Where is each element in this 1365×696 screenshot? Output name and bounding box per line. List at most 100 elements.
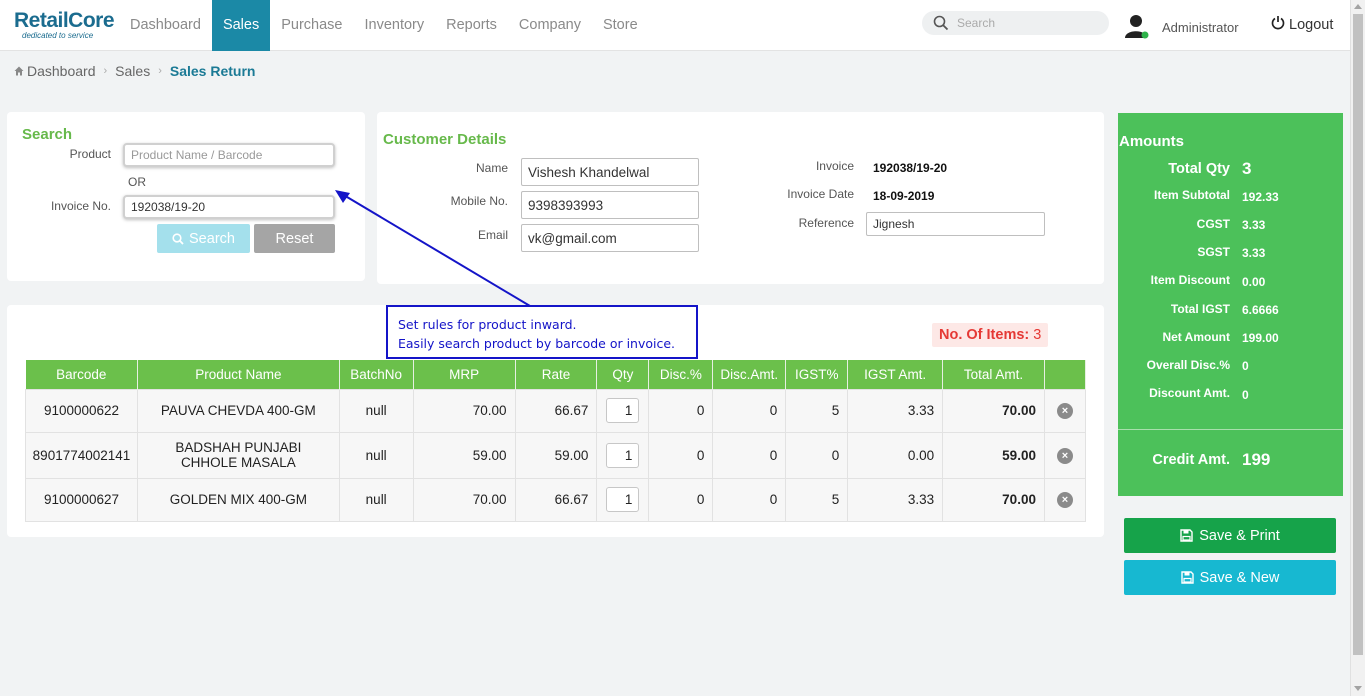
qty-input[interactable]: 1 xyxy=(606,442,640,468)
cell-disc-pct: 0 xyxy=(648,431,714,479)
remove-row-icon[interactable]: × xyxy=(1056,492,1073,508)
chevron-right-icon: › xyxy=(158,65,162,77)
col-disc-amt: Disc.Amt. xyxy=(712,360,787,389)
breadcrumb: Dashboard › Sales › Sales Return xyxy=(14,63,255,79)
items-count-value: 3 xyxy=(1033,327,1042,343)
global-search xyxy=(922,11,1109,35)
cell-total-amt: 59.00 xyxy=(942,431,1045,479)
nav-purchase[interactable]: Purchase xyxy=(270,0,353,51)
chevron-right-icon: › xyxy=(103,65,108,77)
cell-batchno: null xyxy=(338,388,414,433)
cell-igst-pct: 0 xyxy=(785,431,849,479)
page-scrollbar[interactable] xyxy=(1350,0,1365,696)
remove-row-icon[interactable]: × xyxy=(1056,403,1073,419)
search-button[interactable]: Search xyxy=(157,224,250,253)
customer-email-input[interactable] xyxy=(521,224,699,252)
total-igst-value: 6.6666 xyxy=(1242,303,1279,317)
reference-input[interactable] xyxy=(866,212,1045,236)
customer-mobile-input[interactable] xyxy=(521,191,699,219)
cell-mrp: 70.00 xyxy=(412,477,516,522)
total-qty-label: Total Qty xyxy=(1168,161,1230,177)
qty-input[interactable]: 1 xyxy=(606,398,640,423)
table-row: 9100000627 GOLDEN MIX 400-GM null 70.00 … xyxy=(25,477,1087,522)
items-count: No. Of Items: 3 xyxy=(932,323,1049,347)
customer-name-input[interactable] xyxy=(521,158,699,186)
nav-sales[interactable]: Sales xyxy=(211,0,271,51)
item-discount-label: Item Discount xyxy=(1150,273,1230,287)
top-navbar: RetailCore dedicated to service Dashboar… xyxy=(0,0,1350,51)
logo[interactable]: RetailCore dedicated to service xyxy=(14,10,115,40)
cell-mrp: 70.00 xyxy=(412,388,516,433)
discount-amt-value: 0 xyxy=(1242,388,1249,402)
item-discount-value: 0.00 xyxy=(1242,275,1266,289)
callout-line-1: Set rules for product inward. xyxy=(398,317,577,332)
brand-tagline: dedicated to service xyxy=(22,31,94,40)
nav-dashboard[interactable]: Dashboard xyxy=(119,0,212,51)
breadcrumb-current: Sales Return xyxy=(169,63,256,79)
save-icon xyxy=(1180,529,1193,542)
col-mrp: MRP xyxy=(413,360,516,389)
cell-total-amt: 70.00 xyxy=(942,477,1045,522)
search-button-label: Search xyxy=(189,230,235,247)
cell-total-amt: 70.00 xyxy=(942,388,1045,433)
amounts-panel: Amounts Total Qty 3 Item Subtotal 192.33… xyxy=(1118,113,1343,496)
col-product-name: Product Name xyxy=(137,360,340,389)
logout-button[interactable]: Logout xyxy=(1271,15,1333,34)
breadcrumb-dashboard[interactable]: Dashboard xyxy=(27,63,96,79)
invoice-label: Invoice xyxy=(815,159,854,173)
cell-barcode: 9100000627 xyxy=(25,477,138,522)
cell-barcode: 9100000622 xyxy=(25,388,138,433)
cell-igst-amt: 3.33 xyxy=(847,477,944,522)
cell-disc-amt: 0 xyxy=(712,388,787,433)
save-new-button[interactable]: Save & New xyxy=(1124,560,1336,595)
qty-input[interactable]: 1 xyxy=(606,487,640,512)
cell-batchno: null xyxy=(338,477,414,522)
scroll-thumb[interactable] xyxy=(1353,14,1363,655)
items-count-label: No. Of Items: xyxy=(939,327,1030,343)
user-avatar-icon xyxy=(1124,13,1150,42)
credit-amt-value: 199 xyxy=(1242,450,1271,469)
table-header-row: Barcode Product Name BatchNo MRP Rate Qt… xyxy=(25,360,1087,389)
scroll-down-arrow[interactable] xyxy=(1354,686,1362,691)
annotation-arrow xyxy=(335,190,531,307)
nav-inventory[interactable]: Inventory xyxy=(353,0,435,51)
save-icon xyxy=(1180,571,1194,584)
save-print-button[interactable]: Save & Print xyxy=(1124,518,1336,553)
save-print-label: Save & Print xyxy=(1199,527,1280,544)
logout-label: Logout xyxy=(1289,16,1334,33)
nav-company[interactable]: Company xyxy=(508,0,592,51)
col-igst-amt: IGST Amt. xyxy=(847,360,944,389)
product-label: Product xyxy=(69,147,111,161)
col-batchno: BatchNo xyxy=(339,360,414,389)
cell-qty: 1 xyxy=(596,431,650,479)
power-icon xyxy=(1271,15,1285,34)
col-barcode: Barcode xyxy=(25,360,138,389)
items-table: Barcode Product Name BatchNo MRP Rate Qt… xyxy=(25,360,1087,522)
product-search-input[interactable] xyxy=(123,143,335,167)
remove-row-icon[interactable]: × xyxy=(1056,447,1073,464)
cell-barcode: 8901774002141 xyxy=(25,431,138,479)
sgst-value: 3.33 xyxy=(1242,246,1266,260)
reference-label: Reference xyxy=(798,216,854,230)
invoice-value: 192038/19-20 xyxy=(873,161,948,175)
amounts-divider xyxy=(1118,429,1343,430)
invoice-no-input[interactable] xyxy=(123,195,335,219)
table-row: 9100000622 PAUVA CHEVDA 400-GM null 70.0… xyxy=(25,388,1087,433)
breadcrumb-sales[interactable]: Sales xyxy=(115,63,150,79)
user-name: Administrator xyxy=(1162,20,1239,35)
cell-product-name: PAUVA CHEVDA 400-GM xyxy=(136,388,340,433)
overall-disc-label: Overall Disc.% xyxy=(1146,358,1230,372)
total-igst-label: Total IGST xyxy=(1170,302,1230,316)
scroll-up-arrow[interactable] xyxy=(1354,4,1362,9)
search-icon[interactable] xyxy=(933,15,949,34)
col-rate: Rate xyxy=(515,360,598,389)
nav-store[interactable]: Store xyxy=(592,0,649,51)
search-panel-title: Search xyxy=(22,126,73,143)
global-search-input[interactable] xyxy=(957,14,1097,32)
sgst-label: SGST xyxy=(1197,245,1230,259)
nav-reports[interactable]: Reports xyxy=(435,0,508,51)
item-subtotal-value: 192.33 xyxy=(1242,190,1279,204)
user-menu[interactable]: Administrator xyxy=(1124,13,1239,42)
col-actions xyxy=(1044,360,1087,389)
reset-button[interactable]: Reset xyxy=(254,224,335,253)
